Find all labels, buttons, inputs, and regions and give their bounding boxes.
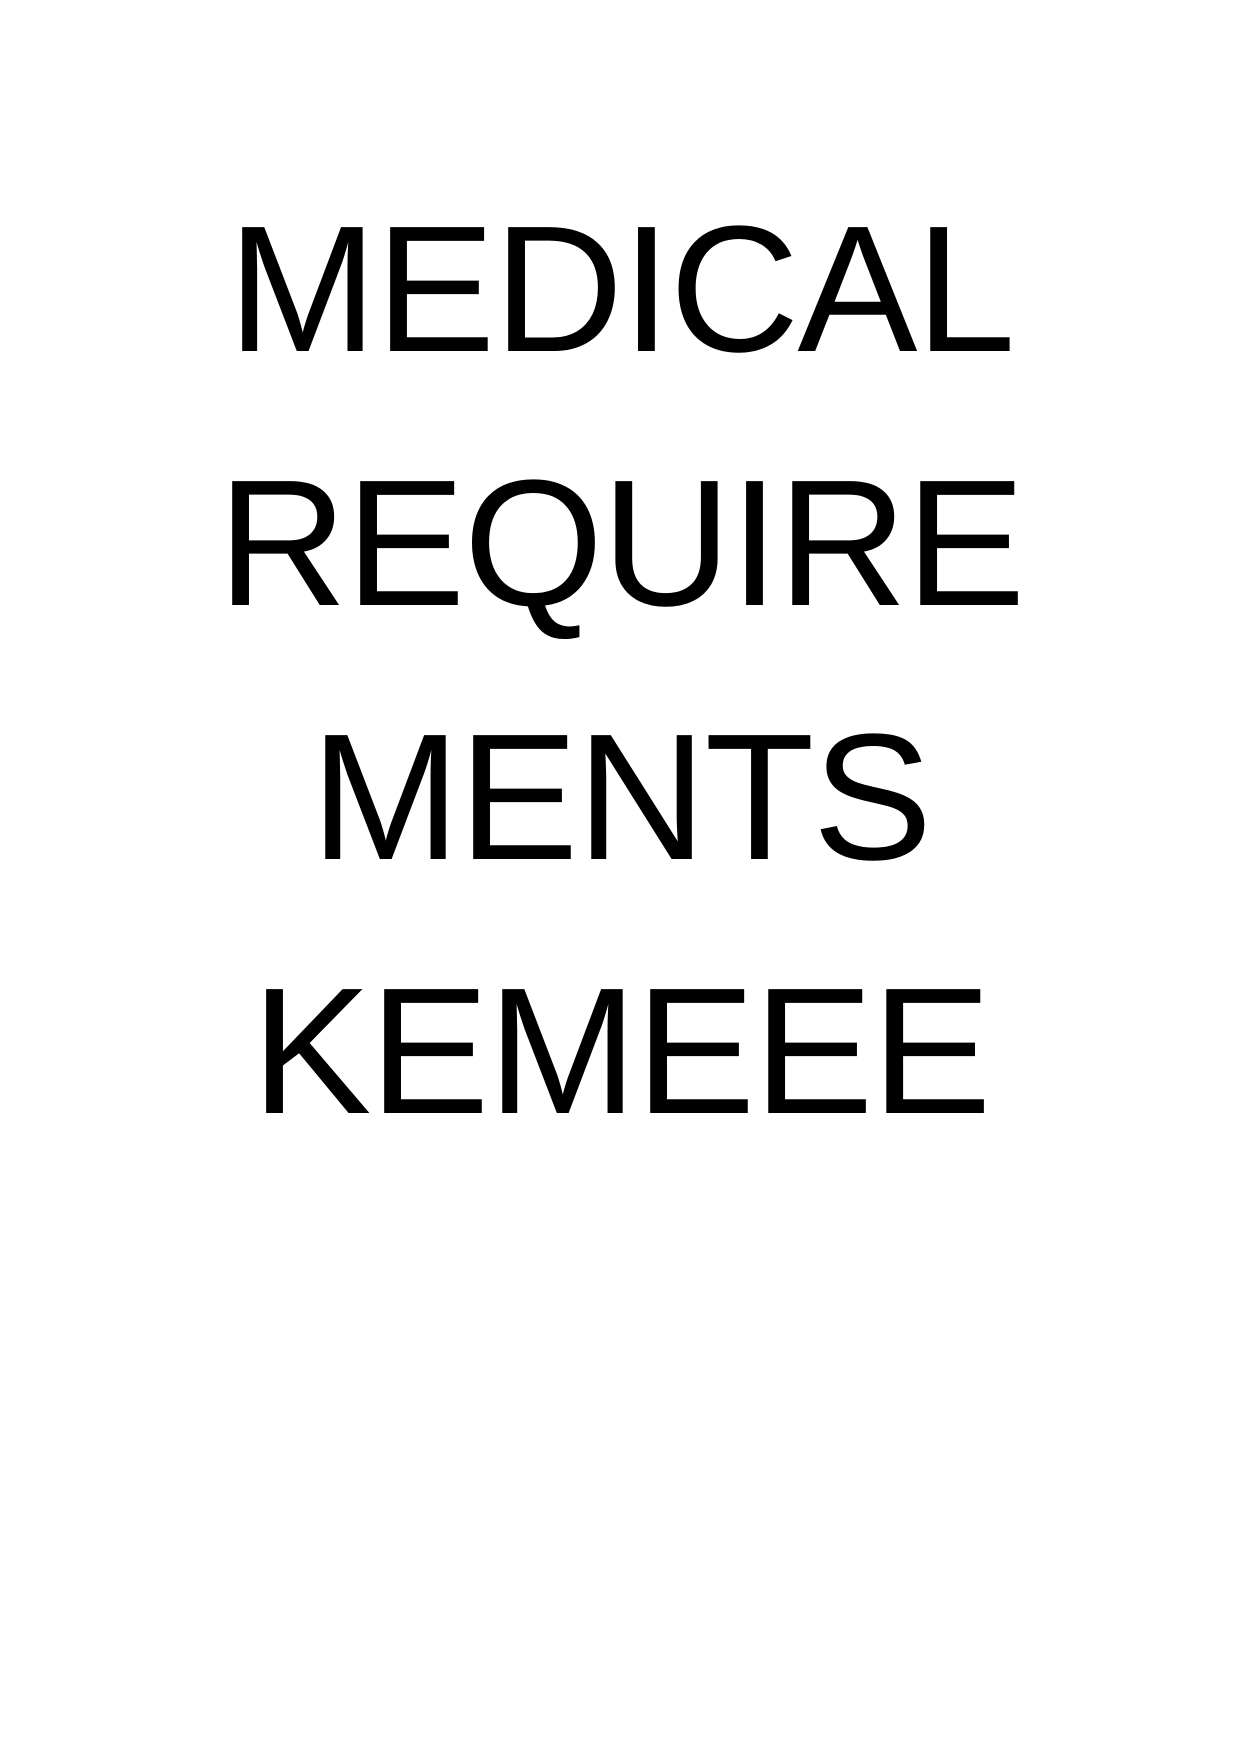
document-page: MEDICAL REQUIRE MENTS KEMEEE <box>0 0 1241 1754</box>
heading-line-3: MENTS <box>310 697 933 898</box>
heading-line-2: REQUIRE <box>217 443 1025 644</box>
heading-line-4: KEMEEE <box>251 951 991 1152</box>
heading-line-1: MEDICAL <box>227 189 1015 390</box>
